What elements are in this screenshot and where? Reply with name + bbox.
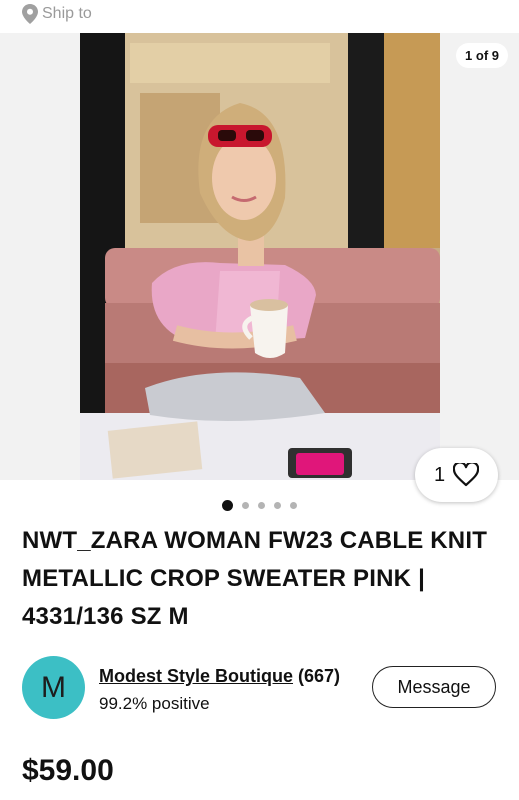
pagination-dot[interactable] bbox=[242, 502, 249, 509]
gallery-pagination bbox=[0, 500, 519, 511]
pagination-dot[interactable] bbox=[258, 502, 265, 509]
image-counter: 1 of 9 bbox=[456, 43, 508, 68]
message-button[interactable]: Message bbox=[372, 666, 496, 708]
ship-to-label: Ship to bbox=[42, 5, 92, 22]
location-pin-icon bbox=[22, 4, 38, 24]
image-gallery[interactable]: 1 of 9 bbox=[0, 33, 519, 480]
product-photo[interactable] bbox=[80, 33, 440, 480]
listing-title: NWT_ZARA WOMAN FW23 CABLE KNIT METALLIC … bbox=[22, 527, 488, 630]
seller-positive-rating: 99.2% positive bbox=[99, 694, 210, 713]
watch-button[interactable]: 1 bbox=[415, 448, 498, 502]
watch-count: 1 bbox=[433, 463, 446, 486]
seller-feedback-count: (667) bbox=[298, 666, 341, 686]
top-bar: Ship to bbox=[0, 0, 519, 32]
heart-icon bbox=[453, 463, 480, 487]
price: $59.00 bbox=[22, 754, 114, 787]
seller-avatar[interactable]: M bbox=[22, 656, 85, 719]
pagination-dot[interactable] bbox=[274, 502, 281, 509]
ship-to[interactable]: Ship to bbox=[22, 4, 92, 24]
pagination-dot[interactable] bbox=[290, 502, 297, 509]
pagination-dot-active[interactable] bbox=[222, 500, 233, 511]
product-photo-illustration bbox=[80, 33, 440, 480]
seller-info: Modest Style Boutique (667) bbox=[99, 666, 340, 687]
seller-name-link[interactable]: Modest Style Boutique bbox=[99, 666, 293, 686]
